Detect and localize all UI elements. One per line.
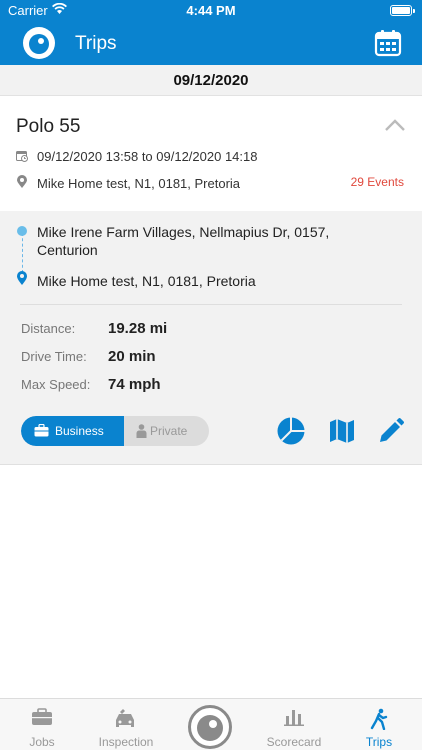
car-wrench-icon: [116, 709, 134, 727]
tab-trips[interactable]: Trips: [336, 699, 422, 750]
drive-time-value: 20 min: [108, 348, 156, 365]
trip-card-header[interactable]: Polo 55 09/12/2020 13:58 to 09/12/2020 1…: [0, 97, 422, 211]
briefcase-icon: [34, 424, 49, 437]
calendar-clock-icon: [16, 151, 28, 162]
briefcase-icon: [32, 708, 52, 725]
private-toggle-option[interactable]: Private: [124, 416, 209, 446]
divider: [20, 304, 402, 305]
walking-person-icon: [370, 708, 388, 730]
tab-trips-label: Trips: [365, 735, 393, 749]
trip-time-range: 09/12/2020 13:58 to 09/12/2020 14:18: [37, 149, 258, 164]
events-count[interactable]: 29 Events: [351, 175, 404, 189]
route-start-address: Mike Irene Farm Villages, Nellmapius Dr,…: [37, 224, 330, 258]
tab-scorecard-label: Scorecard: [266, 735, 322, 749]
page-title: Trips: [75, 33, 117, 54]
end-pin-icon: [17, 271, 27, 285]
person-icon: [136, 424, 147, 438]
trip-details-panel: Mike Irene Farm Villages, Nellmapius Dr,…: [0, 211, 422, 465]
tab-jobs[interactable]: Jobs: [0, 699, 84, 750]
distance-label: Distance:: [21, 321, 76, 336]
bar-chart-icon: [284, 710, 304, 726]
max-speed-value: 74 mph: [108, 376, 161, 393]
private-label: Private: [150, 424, 188, 438]
vehicle-name: Polo 55: [16, 116, 81, 137]
map-icon[interactable]: [327, 416, 357, 446]
center-app-logo-button[interactable]: [188, 705, 232, 749]
app-header: Trips: [0, 22, 422, 65]
tab-inspection-label: Inspection: [98, 735, 154, 749]
status-bar: Carrier 4:44 PM: [0, 0, 422, 22]
drive-time-label: Drive Time:: [21, 349, 87, 364]
date-header: 09/12/2020: [0, 65, 422, 96]
distance-value: 19.28 mi: [108, 320, 168, 337]
route-end-address: Mike Home test, N1, 0181, Pretoria: [37, 273, 256, 289]
tab-jobs-label: Jobs: [29, 735, 55, 749]
start-point-icon: [17, 226, 27, 236]
app-logo-icon: [197, 715, 223, 741]
business-toggle-option[interactable]: Business: [21, 416, 124, 446]
tab-scorecard[interactable]: Scorecard: [252, 699, 336, 750]
trip-location: Mike Home test, N1, 0181, Pretoria: [37, 176, 241, 191]
trip-type-toggle: Business Private: [21, 416, 209, 446]
pie-chart-icon[interactable]: [276, 416, 306, 446]
calendar-icon[interactable]: [374, 29, 402, 57]
location-pin-icon: [17, 175, 27, 188]
edit-pencil-icon[interactable]: [376, 416, 406, 446]
business-label: Business: [55, 424, 104, 438]
route-line: [22, 233, 23, 273]
app-logo-icon: [23, 27, 55, 59]
status-time: 4:44 PM: [186, 3, 236, 18]
chevron-up-icon[interactable]: [384, 117, 406, 133]
tab-inspection[interactable]: Inspection: [84, 699, 168, 750]
battery-icon: [390, 5, 415, 16]
max-speed-label: Max Speed:: [21, 377, 91, 392]
